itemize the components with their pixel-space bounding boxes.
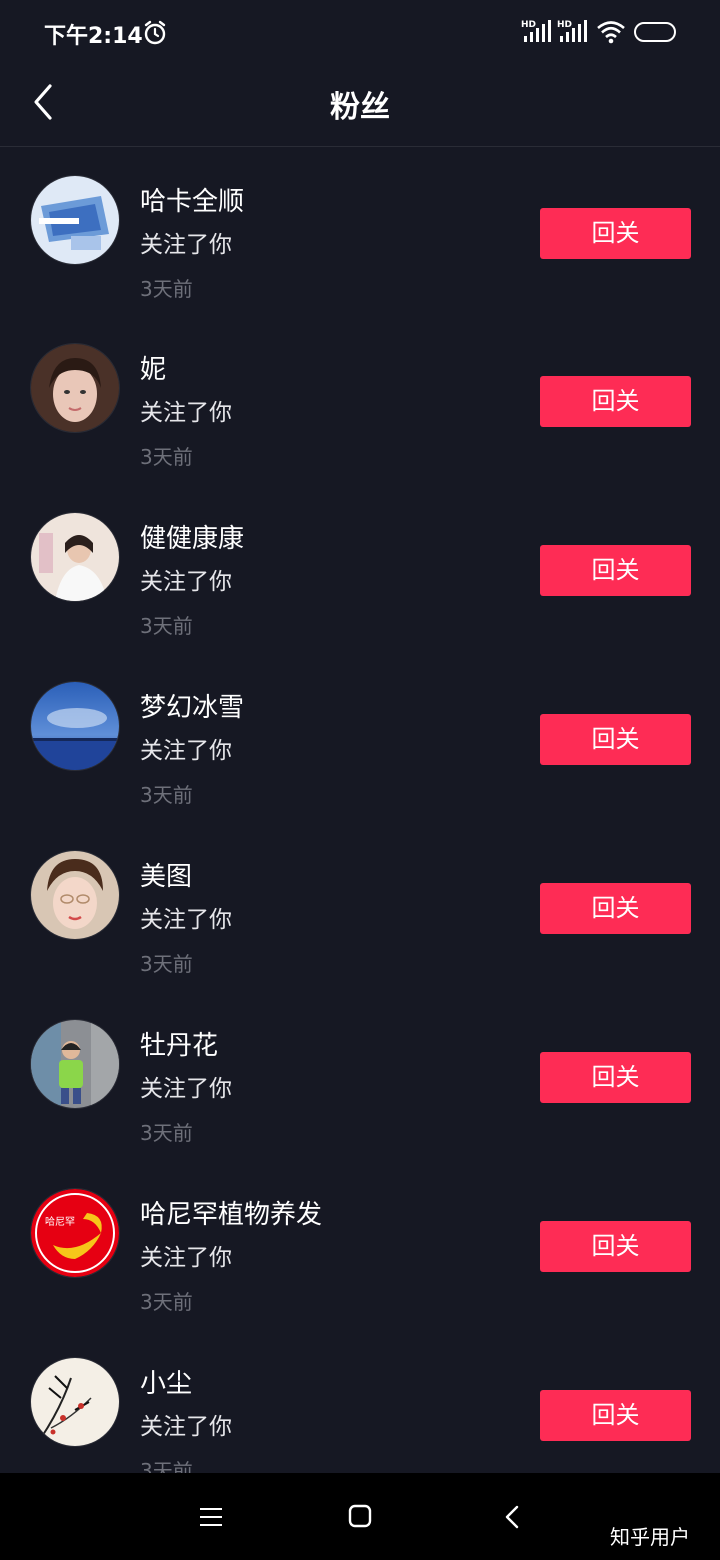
follow-back-button[interactable]: 回关 — [540, 883, 691, 934]
list-item[interactable]: 健健康康 关注了你 3天前 回关 — [0, 484, 720, 652]
status-bar: 下午2:14 HD HD 71 — [0, 0, 720, 64]
avatar[interactable] — [30, 512, 120, 602]
svg-text:HD: HD — [557, 20, 572, 30]
follower-name[interactable]: 小尘 — [140, 1363, 192, 1400]
follower-action: 关注了你 — [140, 1414, 232, 1440]
page-header: 粉丝 — [0, 64, 720, 147]
follower-time: 3天前 — [140, 614, 193, 638]
list-item[interactable]: 小尘 关注了你 3天前 回关 — [0, 1329, 720, 1473]
follow-back-button[interactable]: 回关 — [540, 1052, 691, 1103]
list-item[interactable]: 哈卡全顺 关注了你 3天前 回关 — [0, 147, 720, 315]
battery-indicator: 71 — [634, 22, 676, 42]
follower-name[interactable]: 美图 — [140, 856, 192, 893]
follow-back-button[interactable]: 回关 — [540, 545, 691, 596]
list-item[interactable]: 哈尼罕 哈尼罕植物养发 关注了你 3天前 回关 — [0, 1160, 720, 1328]
follower-time: 3天前 — [140, 277, 193, 301]
back-triangle-icon[interactable] — [502, 1503, 522, 1535]
follower-action: 关注了你 — [140, 1076, 232, 1102]
follower-time: 3天前 — [140, 952, 193, 976]
page-title: 粉丝 — [330, 90, 390, 125]
avatar[interactable] — [30, 681, 120, 771]
follower-name[interactable]: 梦幻冰雪 — [140, 687, 244, 724]
list-item[interactable]: 妮 关注了你 3天前 回关 — [0, 315, 720, 483]
battery-percent: 71 — [645, 24, 665, 39]
follower-name[interactable]: 健健康康 — [140, 518, 244, 555]
avatar[interactable]: 哈尼罕 — [30, 1188, 120, 1278]
alarm-clock-icon — [143, 20, 167, 50]
list-item[interactable]: 梦幻冰雪 关注了你 3天前 回关 — [0, 653, 720, 821]
watermark-text: 知乎用户 — [610, 1525, 690, 1549]
avatar[interactable] — [30, 850, 120, 940]
follow-back-button[interactable]: 回关 — [540, 208, 691, 259]
follower-name[interactable]: 牡丹花 — [140, 1025, 218, 1062]
follower-action: 关注了你 — [140, 738, 232, 764]
cellular-signal-icon: HD — [520, 18, 552, 48]
follower-name[interactable]: 妮 — [140, 349, 166, 386]
system-nav-bar: 知乎用户 — [0, 1473, 720, 1560]
home-square-icon[interactable] — [347, 1503, 373, 1533]
follower-time: 3天前 — [140, 1121, 193, 1145]
follower-action: 关注了你 — [140, 907, 232, 933]
follow-back-button[interactable]: 回关 — [540, 1390, 691, 1441]
follower-name[interactable]: 哈卡全顺 — [140, 181, 244, 218]
wifi-icon — [596, 20, 626, 48]
menu-icon[interactable] — [198, 1505, 224, 1533]
follower-action: 关注了你 — [140, 232, 232, 258]
follow-back-button[interactable]: 回关 — [540, 376, 691, 427]
follow-back-button[interactable]: 回关 — [540, 714, 691, 765]
follower-name[interactable]: 哈尼罕植物养发 — [140, 1194, 322, 1231]
avatar[interactable] — [30, 175, 120, 265]
list-item[interactable]: 美图 关注了你 3天前 回关 — [0, 822, 720, 990]
status-time: 下午2:14 — [44, 24, 143, 49]
follower-action: 关注了你 — [140, 569, 232, 595]
follow-back-button[interactable]: 回关 — [540, 1221, 691, 1272]
list-item[interactable]: 牡丹花 关注了你 3天前 回关 — [0, 991, 720, 1159]
avatar[interactable] — [30, 1019, 120, 1109]
follower-time: 3天前 — [140, 445, 193, 469]
follower-action: 关注了你 — [140, 1245, 232, 1271]
avatar[interactable] — [30, 343, 120, 433]
svg-text:HD: HD — [521, 20, 536, 30]
follower-time: 3天前 — [140, 1459, 193, 1473]
follower-action: 关注了你 — [140, 400, 232, 426]
follower-list[interactable]: 哈卡全顺 关注了你 3天前 回关 妮 关注了你 3天前 回关 健健康康 关注了你… — [0, 147, 720, 1473]
avatar[interactable] — [30, 1357, 120, 1447]
follower-time: 3天前 — [140, 1290, 193, 1314]
logo-text: 哈尼罕 — [45, 1215, 75, 1228]
follower-time: 3天前 — [140, 783, 193, 807]
cellular-signal-icon: HD — [556, 18, 588, 48]
